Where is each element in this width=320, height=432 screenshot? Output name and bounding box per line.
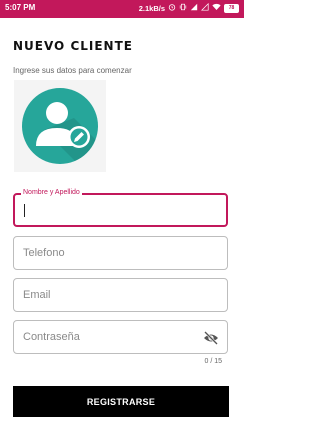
battery-icon: 78 <box>224 3 239 13</box>
name-field[interactable]: Nombre y Apellido <box>13 189 228 227</box>
signal-icon <box>190 3 198 13</box>
network-speed: 2.1kB/s <box>138 3 165 13</box>
text-cursor <box>24 204 25 217</box>
register-button[interactable]: REGISTRARSE <box>13 386 229 417</box>
status-bar: 5:07 PM 2.1kB/s 78 <box>0 0 244 18</box>
phone-placeholder: Telefono <box>23 247 65 259</box>
phone-field[interactable]: Telefono <box>13 236 228 270</box>
wifi-icon <box>212 3 221 13</box>
status-icons: 2.1kB/s 78 <box>138 2 239 13</box>
page-title: NUEVO CLIENTE <box>13 39 133 53</box>
page-subtitle: Ingrese sus datos para comenzar <box>13 66 132 75</box>
avatar-picker[interactable] <box>14 80 106 172</box>
email-field[interactable]: Email <box>13 278 228 312</box>
password-field[interactable]: Contraseña <box>13 320 228 354</box>
alarm-icon <box>168 3 176 13</box>
password-char-counter: 0 / 15 <box>204 358 222 365</box>
vibrate-icon <box>179 3 187 13</box>
email-placeholder: Email <box>23 289 51 301</box>
user-edit-icon <box>22 88 98 164</box>
name-field-label: Nombre y Apellido <box>21 189 82 196</box>
password-placeholder: Contraseña <box>23 331 80 343</box>
signal-icon-2 <box>200 2 209 13</box>
eye-off-icon[interactable] <box>203 331 219 345</box>
status-time: 5:07 PM <box>5 3 36 12</box>
